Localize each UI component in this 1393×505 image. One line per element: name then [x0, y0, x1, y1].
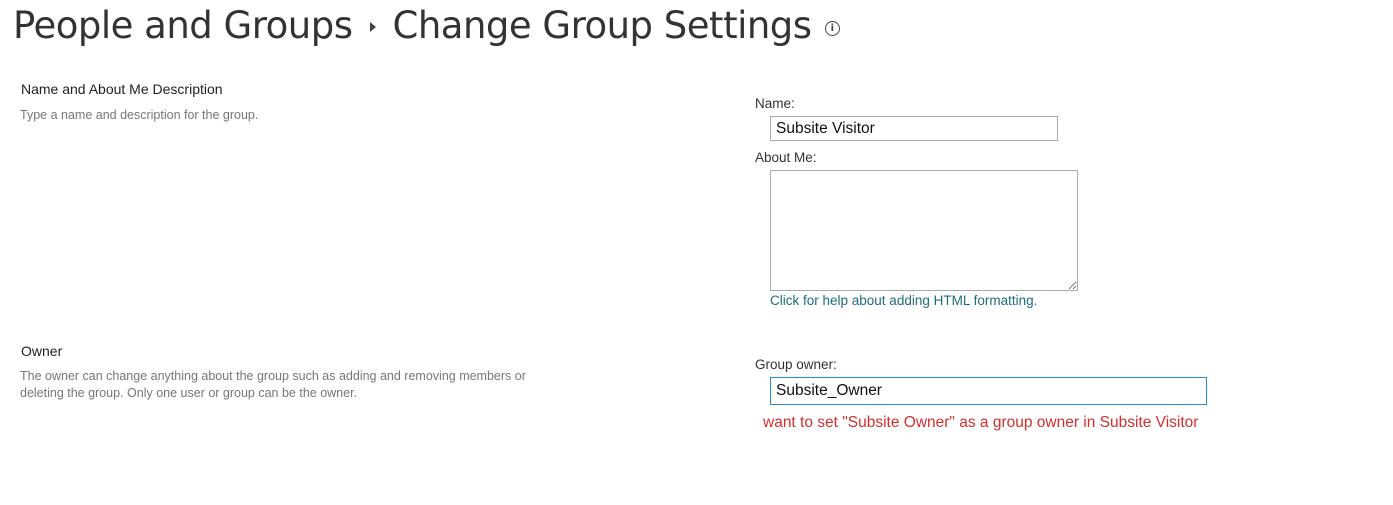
group-owner-label: Group owner:: [755, 357, 837, 372]
owner-description-line2: deleting the group. Only one user or gro…: [20, 386, 358, 400]
name-input[interactable]: [770, 116, 1058, 141]
html-formatting-help-link[interactable]: Click for help about adding HTML formatt…: [770, 293, 1037, 308]
info-icon[interactable]: i: [824, 20, 840, 36]
name-label: Name:: [755, 96, 795, 111]
owner-section-heading: Owner: [21, 343, 63, 359]
annotation-note: want to set "Subsite Owner" as a group o…: [763, 414, 1199, 431]
name-section-description: Type a name and description for the grou…: [20, 108, 259, 122]
name-section-heading: Name and About Me Description: [21, 81, 223, 97]
page-header: People and Groups Change Group Settings …: [13, 3, 840, 47]
owner-description-line1: The owner can change anything about the …: [20, 369, 526, 383]
group-owner-input[interactable]: [770, 377, 1207, 405]
page-title: Change Group Settings: [392, 3, 812, 47]
breadcrumb-people-and-groups[interactable]: People and Groups: [13, 4, 353, 47]
owner-section-description: The owner can change anything about the …: [20, 368, 526, 402]
about-me-textarea[interactable]: [770, 170, 1078, 291]
breadcrumb-separator-icon: [370, 22, 377, 32]
about-me-label: About Me:: [755, 150, 817, 165]
